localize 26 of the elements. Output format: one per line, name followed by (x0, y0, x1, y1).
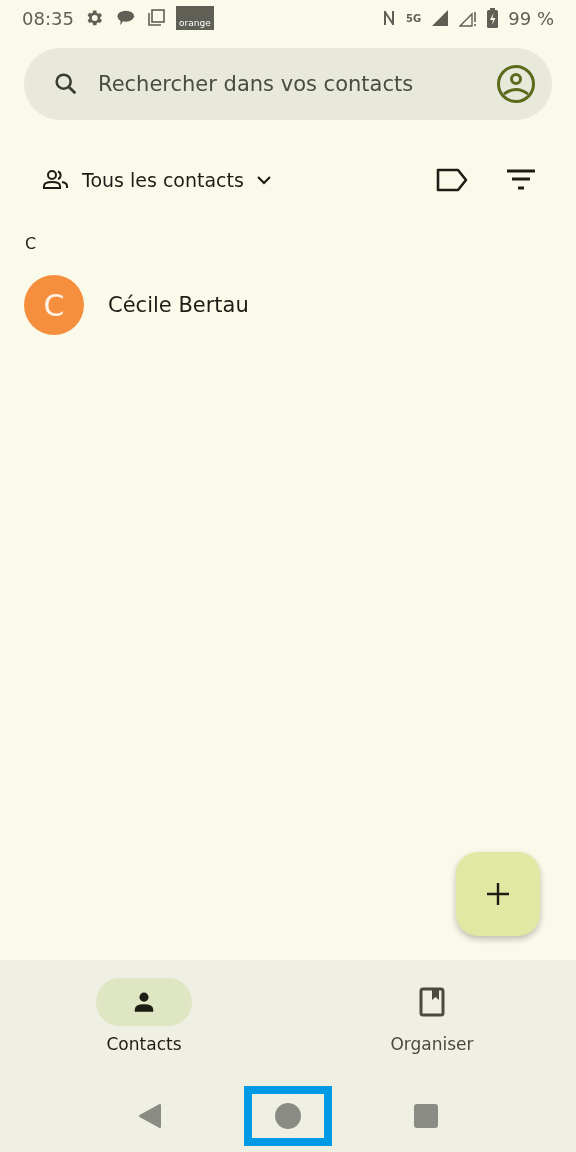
section-letter: C (25, 234, 38, 253)
plus-icon (486, 882, 510, 906)
people-icon (42, 169, 70, 191)
nav-tab[interactable]: Organiser (288, 960, 576, 1080)
label-icon[interactable] (436, 168, 468, 192)
contact-avatar: C (24, 275, 84, 335)
bookmark-book-icon (419, 987, 445, 1017)
filter-icon[interactable] (506, 169, 536, 191)
home-button[interactable] (275, 1103, 301, 1129)
battery-level: 99 % (508, 7, 554, 29)
signal-warning-icon (459, 9, 478, 27)
copy-icon (145, 8, 166, 28)
signal-icon (431, 9, 450, 27)
contacts-filter-dropdown[interactable]: Tous les contacts (42, 169, 272, 191)
add-contact-button[interactable] (456, 852, 540, 936)
nfc-icon (382, 8, 397, 28)
search-field[interactable]: Rechercher dans vos contacts (98, 72, 478, 96)
nav-tab[interactable]: Contacts (0, 960, 288, 1080)
account-icon[interactable] (496, 64, 536, 104)
battery-icon (487, 8, 499, 28)
contact-item[interactable]: C Cécile Bertau (0, 275, 576, 335)
chevron-down-icon (255, 175, 272, 185)
carrier-logo: orange (175, 6, 214, 30)
back-button[interactable] (138, 1103, 162, 1129)
network-label: 5G (406, 12, 422, 24)
status-time: 08:35 (22, 7, 74, 29)
